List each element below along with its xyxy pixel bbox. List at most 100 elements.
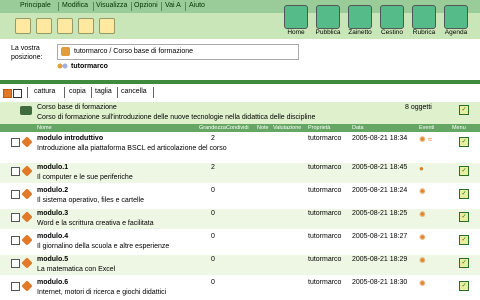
- col-eventi[interactable]: Eventi: [419, 125, 434, 131]
- home-icon: [284, 5, 308, 29]
- col-data[interactable]: Data: [352, 125, 364, 131]
- row-checkbox[interactable]: [11, 259, 20, 268]
- row-owner[interactable]: tutormarco: [308, 187, 341, 194]
- row-menu-button[interactable]: ✓: [459, 212, 469, 222]
- folder-description: Corso di formazione sull'introduzione de…: [37, 114, 316, 121]
- agenda-label: Agenda: [444, 29, 468, 36]
- agenda-button[interactable]: Agenda: [442, 1, 470, 38]
- cut-icon[interactable]: [99, 18, 115, 34]
- row-title[interactable]: modulo.1: [37, 164, 68, 171]
- menu-aiuto[interactable]: Aiuto: [189, 2, 205, 9]
- event-icon[interactable]: ✺: [419, 233, 426, 242]
- row-count: 0: [211, 233, 215, 240]
- col-grandezza[interactable]: Grandezza: [199, 125, 226, 131]
- select-all-checkbox[interactable]: [3, 89, 12, 98]
- row-date: 2005-08-21 18:29: [352, 256, 408, 263]
- col-valutazione[interactable]: Valutazione: [273, 125, 301, 131]
- row-owner[interactable]: tutormarco: [308, 135, 341, 142]
- row-checkbox[interactable]: [11, 167, 20, 176]
- row-owner[interactable]: tutormarco: [308, 256, 341, 263]
- row-date: 2005-08-21 18:45: [352, 164, 408, 171]
- row-checkbox[interactable]: [11, 282, 20, 291]
- search-icon[interactable]: [57, 18, 73, 34]
- menu-separator: [161, 2, 162, 11]
- menu-separator: [185, 2, 186, 11]
- menu-vai-a[interactable]: Vai A: [165, 2, 181, 9]
- col-note[interactable]: Note: [257, 125, 269, 131]
- module-icon: [21, 211, 33, 223]
- menu-separator: [93, 2, 94, 11]
- copia-action[interactable]: copia: [69, 88, 86, 95]
- row-menu-button[interactable]: ✓: [459, 235, 469, 245]
- row-checkbox[interactable]: [11, 213, 20, 222]
- module-icon: [21, 165, 33, 177]
- col-menu[interactable]: Menu: [452, 125, 466, 131]
- col-nome[interactable]: Nome: [37, 125, 52, 131]
- cattura-action[interactable]: cattura: [34, 88, 55, 95]
- trash-icon: [380, 5, 404, 29]
- menu-principale[interactable]: Principale: [20, 2, 51, 9]
- table-row: modulo.3 Word e la scrittura creativa e …: [0, 209, 480, 229]
- taglia-action[interactable]: taglia: [95, 88, 112, 95]
- user-line: tutormarco: [57, 63, 108, 70]
- event-icon[interactable]: ✺: [419, 256, 426, 265]
- row-owner[interactable]: tutormarco: [308, 210, 341, 217]
- row-description: Word e la scrittura creativa e facilitat…: [37, 220, 154, 227]
- row-count: 0: [211, 187, 215, 194]
- object-count: 8 oggetti: [405, 104, 432, 111]
- row-title[interactable]: modulo introduttivo: [37, 135, 103, 142]
- breadcrumb-path[interactable]: tutormarco / Corso base di formazione: [74, 48, 193, 55]
- deselect-all-checkbox[interactable]: [13, 89, 22, 98]
- row-menu-button[interactable]: ✓: [459, 137, 469, 147]
- row-title[interactable]: modulo.5: [37, 256, 68, 263]
- row-checkbox[interactable]: [11, 138, 20, 147]
- row-menu-button[interactable]: ✓: [459, 189, 469, 199]
- row-checkbox[interactable]: [11, 236, 20, 245]
- zainetto-button[interactable]: Zainetto: [346, 1, 374, 38]
- col-proprieta[interactable]: Proprietà: [308, 125, 330, 131]
- cancella-action[interactable]: cancella: [121, 88, 147, 95]
- row-owner[interactable]: tutormarco: [308, 233, 341, 240]
- event-icon[interactable]: ✺: [419, 279, 426, 288]
- publish-icon: [316, 5, 340, 29]
- row-date: 2005-08-21 18:34: [352, 135, 408, 142]
- up-folder-icon[interactable]: [15, 18, 31, 34]
- row-date: 2005-08-21 18:30: [352, 279, 408, 286]
- row-menu-button[interactable]: ✓: [459, 281, 469, 291]
- row-description: Il computer e le sue periferiche: [37, 174, 133, 181]
- table-row: modulo.2 Il sistema operativo, files e c…: [0, 186, 480, 206]
- menu-opzioni[interactable]: Opzioni: [134, 2, 158, 9]
- move-icon[interactable]: [78, 18, 94, 34]
- row-title[interactable]: modulo.4: [37, 233, 68, 240]
- row-checkbox[interactable]: [11, 190, 20, 199]
- row-owner[interactable]: tutormarco: [308, 164, 341, 171]
- cestino-button[interactable]: Cestino: [378, 1, 406, 38]
- row-menu-button[interactable]: ✓: [459, 258, 469, 268]
- event-icon[interactable]: ✺: [419, 210, 426, 219]
- row-menu-button[interactable]: ✓: [459, 166, 469, 176]
- menu-visualizza[interactable]: Visualizza: [96, 2, 127, 9]
- users-icon: [57, 63, 68, 69]
- event-icon[interactable]: ✺: [419, 187, 426, 196]
- event-icon[interactable]: ✺ ≈: [419, 135, 432, 144]
- row-description: Introduzione alla piattaforma BSCL ed ar…: [37, 145, 227, 152]
- row-owner[interactable]: tutormarco: [308, 279, 341, 286]
- menu-modifica[interactable]: Modifica: [62, 2, 88, 9]
- table-row: modulo.6 Internet, motori di ricerca e g…: [0, 278, 480, 298]
- action-bar: cattura copia taglia cancella: [0, 87, 480, 99]
- menu-separator: [58, 2, 59, 11]
- row-title[interactable]: modulo.3: [37, 210, 68, 217]
- current-user[interactable]: tutormarco: [71, 63, 108, 70]
- folder-menu-button[interactable]: ✓: [459, 105, 469, 115]
- rubrica-button[interactable]: Rubrica: [410, 1, 438, 38]
- folder-title: Corso base di formazione: [37, 104, 117, 111]
- pubblica-button[interactable]: Pubblica: [314, 1, 342, 38]
- add-document-icon[interactable]: [36, 18, 52, 34]
- col-condividi[interactable]: Condividi: [226, 125, 249, 131]
- event-icon[interactable]: ●: [419, 164, 424, 173]
- row-title[interactable]: modulo.2: [37, 187, 68, 194]
- group-folder-icon: [20, 106, 32, 115]
- home-button[interactable]: Home: [282, 1, 310, 38]
- row-date: 2005-08-21 18:27: [352, 233, 408, 240]
- row-title[interactable]: modulo.6: [37, 279, 68, 286]
